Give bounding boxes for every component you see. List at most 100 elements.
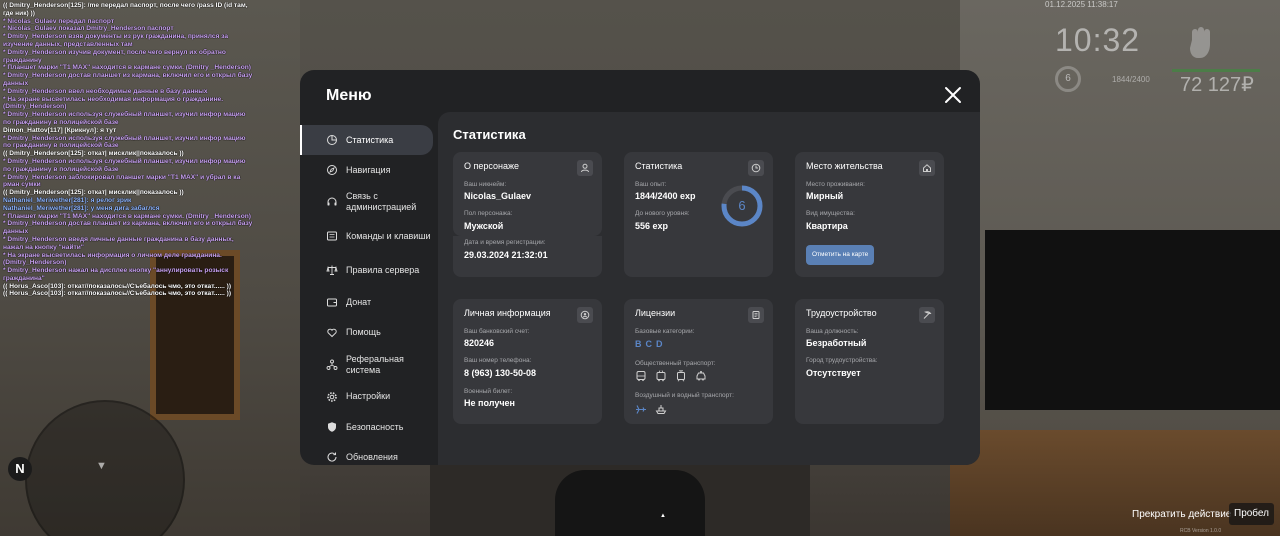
content-title: Статистика — [453, 127, 526, 142]
property-value: Квартира — [806, 221, 848, 231]
card-licenses: Лицензии Базовые категории: BCD Обществе… — [624, 299, 773, 424]
card-title: Место жительства — [806, 161, 883, 171]
sidebar-item-label: Статистика — [346, 134, 394, 145]
base-categories-value: BCD — [635, 339, 667, 349]
sidebar-item-label: Связь с администрацией — [346, 191, 417, 213]
phone-label: Ваш номер телефона: — [464, 357, 532, 364]
sidebar-item[interactable]: Реферальная система — [300, 348, 433, 382]
reg-label: Дата и время регистрации: — [464, 239, 546, 246]
sidebar-item-label: Донат — [346, 296, 372, 307]
chat-line: * Dmitry_Henderson используя служебный п… — [3, 157, 248, 173]
sidebar-item[interactable]: Безопасность — [300, 412, 433, 442]
card-person: О персонаже Ваш никнейм: Nicolas_Gulaev … — [453, 152, 602, 236]
chat-line: * Dmitry_Henderson взяв документы из рук… — [3, 33, 230, 48]
card-personal-info: Личная информация Ваш банковский счет: 8… — [453, 299, 602, 424]
chat-line: * Dmitry_Henderson достав планшет из кар… — [3, 220, 253, 236]
tram-icon — [677, 370, 685, 382]
close-icon[interactable] — [942, 84, 964, 106]
sex-label: Пол персонажа: — [464, 210, 513, 217]
sidebar-item[interactable]: Донат — [300, 287, 433, 317]
user-icon — [577, 160, 593, 176]
sidebar-item-label: Команды и клавиши — [346, 230, 431, 241]
bank-value: 820246 — [464, 338, 495, 348]
sidebar-item-label: Правила сервера — [346, 264, 420, 275]
mark-on-map-button[interactable]: Отметить на карте — [806, 245, 875, 265]
place-value: Мирный — [806, 191, 844, 201]
card-stats: Статистика Ваш опыт: 1844/2400 exp До но… — [624, 152, 773, 277]
sidebar-item-label: Реферальная система — [346, 353, 404, 375]
place-label: Место проживания: — [806, 181, 865, 188]
chat-line: * На экране высветилась необходимая инфо… — [3, 95, 225, 111]
compass-north-icon: N — [8, 457, 32, 481]
gear-icon — [327, 392, 337, 402]
chat-line: (( Horus_Asco[103]: откат//показалось//С… — [3, 290, 232, 298]
shield-icon — [328, 422, 336, 432]
card-employment: Трудоустройство Ваша должность: Безработ… — [795, 299, 944, 424]
version-label: RCB Version 1.0.0 — [1180, 528, 1222, 534]
scales-icon — [326, 265, 338, 276]
refresh-icon — [327, 452, 337, 462]
sidebar-item-label: Помощь — [346, 327, 381, 338]
id-circle-icon — [577, 307, 593, 323]
property-label: Вид имущества: — [806, 210, 855, 217]
sidebar-item[interactable]: Навигация — [300, 155, 433, 185]
chat-line: * На экране высветилась информация о лич… — [3, 251, 224, 267]
chat-line: * Dmitry_Henderson нажал на дисплее кноп… — [3, 267, 231, 282]
bg-character — [555, 470, 705, 536]
fist-icon — [1190, 27, 1210, 58]
hud-money: 72 127₽ — [1180, 74, 1254, 96]
card-person-bottom: Дата и время регистрации: 29.03.2024 21:… — [453, 236, 602, 277]
menu-title: Меню — [326, 87, 372, 104]
bus-icon — [636, 371, 646, 382]
referral-icon — [326, 359, 338, 370]
sidebar-item-label: Навигация — [346, 164, 391, 175]
chat-line: * Dmitry_Henderson достав планшет из кар… — [3, 72, 253, 87]
sidebar-item[interactable]: Помощь — [300, 318, 433, 348]
space-key-button[interactable]: Пробел — [1229, 503, 1274, 525]
chat-line: * Dmitry_Henderson заблокировал планшет … — [3, 173, 243, 189]
sidebar-item[interactable]: Статистика — [300, 125, 433, 156]
chat-log: (( Dmitry_Henderson[125]: /me передал па… — [3, 2, 253, 298]
boat-icon — [655, 405, 667, 414]
sidebar-item[interactable]: Связь с администрацией — [300, 185, 433, 219]
next-level-value: 556 exp — [635, 221, 669, 231]
compass-icon — [327, 165, 337, 176]
trolleybus-icon — [656, 370, 666, 382]
cursor-icon: ▲ — [660, 513, 666, 519]
chat-line: Nathaniel_Meriwether[281]: у меня дига з… — [3, 204, 160, 212]
next-level-label: До нового уровня: — [635, 210, 690, 217]
card-title: Личная информация — [464, 308, 551, 318]
clock-icon — [748, 160, 764, 176]
phone-value: 8 (963) 130-50-08 — [464, 368, 537, 378]
stats-content: Статистика О персонаже Ваш никнейм: Nico… — [438, 112, 980, 465]
chat-line: * Dmitry_Henderson введя личные данные г… — [3, 235, 236, 251]
chat-line: (( Dmitry_Henderson[125]: откат| мисклик… — [3, 150, 184, 158]
air-water-icons — [635, 403, 667, 415]
sidebar-item[interactable]: Настройки — [300, 382, 433, 412]
sidebar-item[interactable]: Обновления — [300, 442, 433, 465]
exp-label: Ваш опыт: — [635, 181, 667, 188]
nickname-label: Ваш никнейм: — [464, 181, 507, 188]
base-categories-label: Базовые категории: — [635, 328, 695, 335]
job-city-value: Отсутствует — [806, 368, 861, 378]
menu-window: Меню Статистика Навигация Связь с админист… — [300, 70, 980, 465]
sidebar-item[interactable]: Команды и клавиши — [300, 219, 433, 253]
job-city-label: Город трудоустройства: — [806, 357, 878, 364]
bg-tv — [985, 230, 1280, 410]
chat-line: * Dmitry_Henderson используя служебный п… — [3, 111, 248, 126]
keyboard-icon — [327, 231, 337, 241]
public-transport-label: Общественный транспорт: — [635, 360, 716, 367]
hud-level: 6 — [1055, 66, 1081, 92]
chat-line: * Dmitry_Henderson изучив документ, посл… — [3, 48, 228, 64]
chat-line: (( Dmitry_Henderson[125]: откат| мисклик… — [3, 189, 184, 197]
stop-action-label: Прекратить действие — [1132, 509, 1232, 520]
chat-line: * Dmitry_Henderson ввел необходимые данн… — [3, 87, 208, 95]
nickname-value: Nicolas_Gulaev — [464, 191, 532, 201]
reg-value: 29.03.2024 21:32:01 — [464, 250, 548, 260]
chat-line: (( Dmitry_Henderson[125]: /me передал па… — [3, 2, 250, 17]
sidebar-item[interactable]: Правила сервера — [300, 253, 433, 287]
taxi-icon — [696, 371, 706, 381]
military-label: Военный билет: — [464, 388, 513, 395]
exp-value: 1844/2400 exp — [635, 191, 696, 201]
sidebar-item-label: Настройки — [346, 391, 391, 402]
